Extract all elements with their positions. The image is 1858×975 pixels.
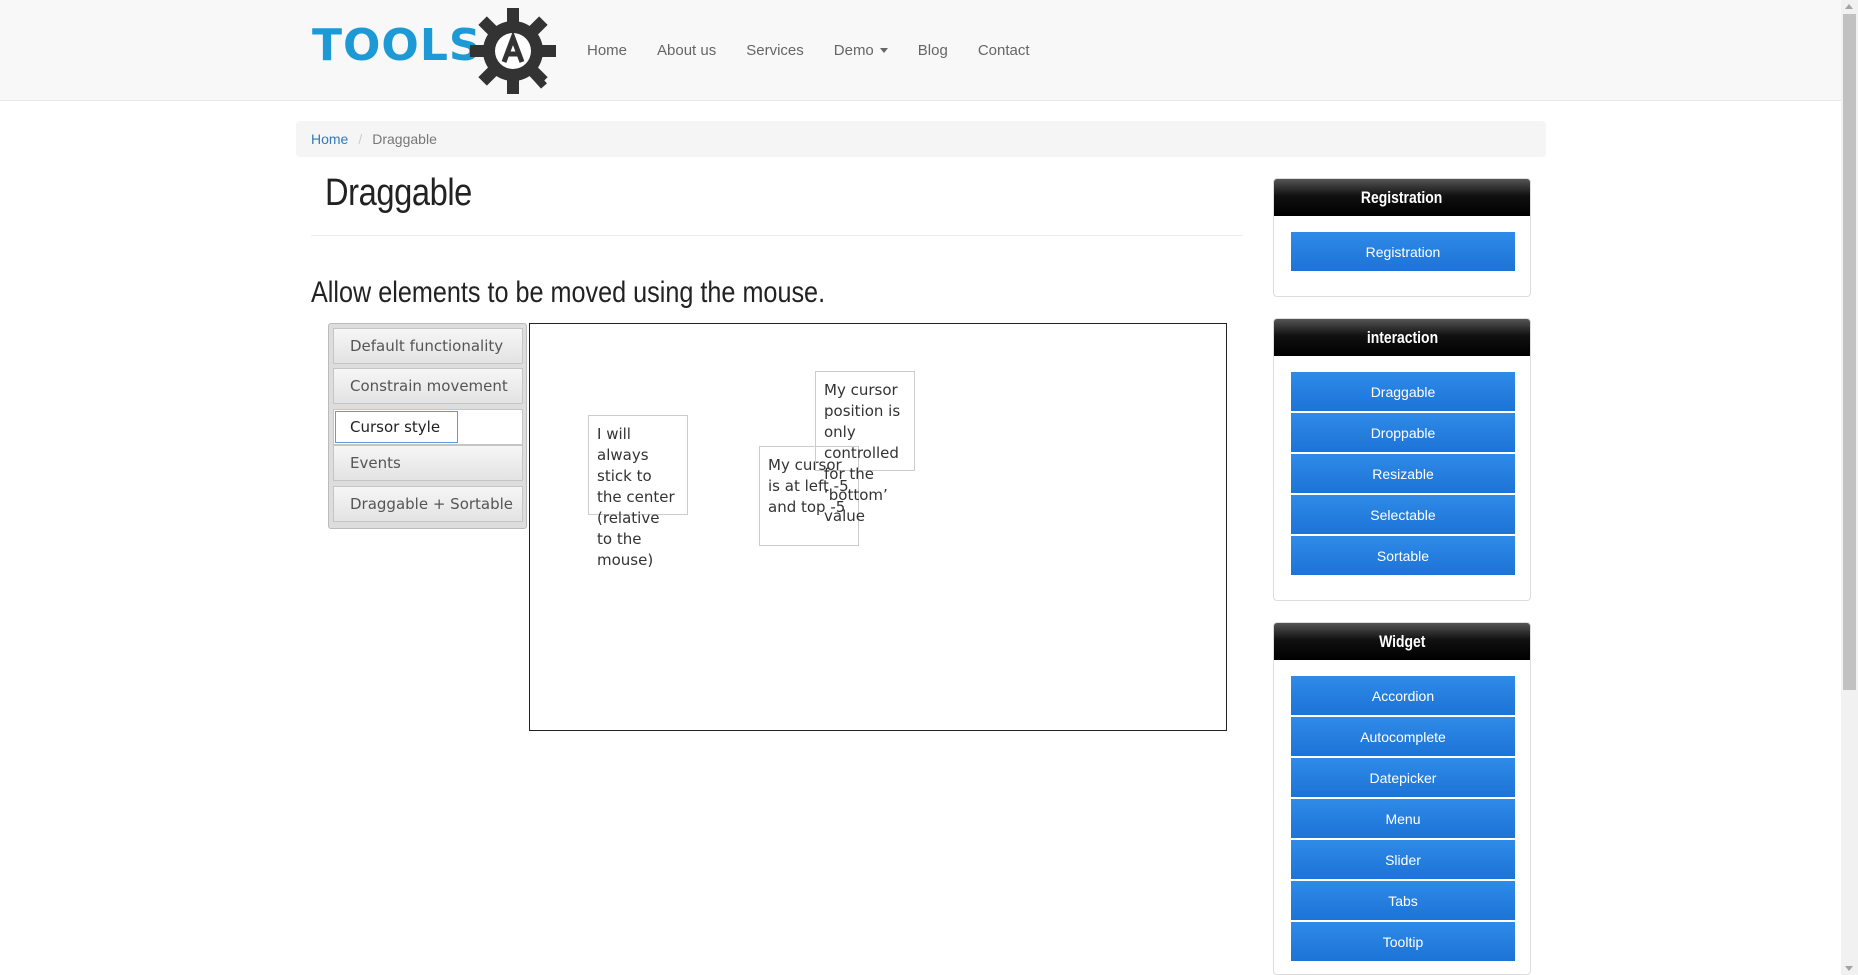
demo-tabs: Default functionality Constrain movement… <box>328 323 527 529</box>
draggable-box-center-text: I will always stick to the center (relat… <box>597 425 675 569</box>
nav-services-label: Services <box>746 41 804 59</box>
draggable-box-bottom-text: My cursor position is only controlled fo… <box>824 381 901 525</box>
scroll-down-arrow-icon[interactable] <box>1845 966 1853 971</box>
sidebar-item-menu[interactable]: Menu <box>1291 799 1515 838</box>
page-title: Draggable <box>325 172 472 214</box>
draggable-box-bottom[interactable]: My cursor position is only controlled fo… <box>815 371 915 525</box>
sidebar-item-datepicker[interactable]: Datepicker <box>1291 758 1515 797</box>
demo-frame: I will always stick to the center (relat… <box>529 323 1227 731</box>
sidebar-item-sortable[interactable]: Sortable <box>1291 536 1515 575</box>
sidebar-panel-registration: Registration Registration <box>1273 178 1531 297</box>
panel-heading-widget: Widget <box>1274 623 1530 660</box>
nav-home[interactable]: Home <box>572 0 642 100</box>
tab-events[interactable]: Events <box>333 445 523 481</box>
title-divider <box>311 235 1243 236</box>
main-nav: Home About us Services Demo Blog Contact <box>572 0 1045 100</box>
nav-contact[interactable]: Contact <box>963 0 1045 100</box>
nav-contact-label: Contact <box>977 41 1030 59</box>
nav-demo-dropdown[interactable]: Demo <box>819 0 903 100</box>
tab-default-functionality[interactable]: Default functionality <box>333 328 523 364</box>
tab-label: Constrain movement <box>350 377 508 395</box>
tab-draggable-sortable[interactable]: Draggable + Sortable <box>333 486 523 522</box>
scrollbar-thumb[interactable] <box>1843 14 1856 690</box>
sidebar-item-tabs[interactable]: Tabs <box>1291 881 1515 920</box>
page-subtitle: Allow elements to be moved using the mou… <box>311 276 826 309</box>
site-logo[interactable]: TOOLS <box>312 6 558 96</box>
panel-heading-text: Widget <box>1378 632 1426 651</box>
tab-label: Events <box>350 454 401 472</box>
sidebar-item-draggable[interactable]: Draggable <box>1291 372 1515 411</box>
gear-qa-icon <box>470 8 556 94</box>
nav-blog[interactable]: Blog <box>903 0 963 100</box>
panel-heading-interaction: interaction <box>1274 319 1530 356</box>
sidebar-item-selectable[interactable]: Selectable <box>1291 495 1515 534</box>
tab-label: Cursor style <box>350 418 441 436</box>
breadcrumb-home-link[interactable]: Home <box>311 131 348 147</box>
nav-blog-label: Blog <box>917 41 948 59</box>
top-navbar: TOOLS Home About us Services Demo Blog C… <box>0 0 1841 101</box>
tab-constrain-movement[interactable]: Constrain movement <box>333 368 523 404</box>
breadcrumb-separator: / <box>358 131 363 147</box>
nav-services[interactable]: Services <box>731 0 819 100</box>
breadcrumb: Home / Draggable <box>296 121 1546 157</box>
tab-label: Draggable + Sortable <box>350 495 514 513</box>
sidebar-panel-widget: Widget Accordion Autocomplete Datepicker… <box>1273 622 1531 975</box>
sidebar-item-registration[interactable]: Registration <box>1291 232 1515 271</box>
logo-text: TOOLS <box>312 20 482 71</box>
nav-home-label: Home <box>587 41 628 59</box>
caret-down-icon <box>879 47 888 53</box>
sidebar-panel-interaction: interaction Draggable Droppable Resizabl… <box>1273 318 1531 601</box>
tab-cursor-style[interactable]: Cursor style <box>333 409 523 445</box>
panel-heading-registration: Registration <box>1274 179 1530 216</box>
nav-demo-label: Demo <box>833 41 874 59</box>
tab-label: Default functionality <box>350 337 504 355</box>
page-scrollbar[interactable] <box>1841 0 1858 975</box>
sidebar-item-droppable[interactable]: Droppable <box>1291 413 1515 452</box>
nav-about-us[interactable]: About us <box>642 0 731 100</box>
nav-about-us-label: About us <box>657 41 717 59</box>
sidebar-item-accordion[interactable]: Accordion <box>1291 676 1515 715</box>
draggable-box-center[interactable]: I will always stick to the center (relat… <box>588 415 688 569</box>
scroll-up-arrow-icon[interactable] <box>1845 4 1853 9</box>
sidebar-item-resizable[interactable]: Resizable <box>1291 454 1515 493</box>
panel-heading-text: Registration <box>1361 188 1443 207</box>
panel-heading-text: interaction <box>1366 328 1438 347</box>
sidebar-item-slider[interactable]: Slider <box>1291 840 1515 879</box>
breadcrumb-current: Draggable <box>372 131 437 147</box>
sidebar-item-autocomplete[interactable]: Autocomplete <box>1291 717 1515 756</box>
sidebar-item-tooltip[interactable]: Tooltip <box>1291 922 1515 961</box>
